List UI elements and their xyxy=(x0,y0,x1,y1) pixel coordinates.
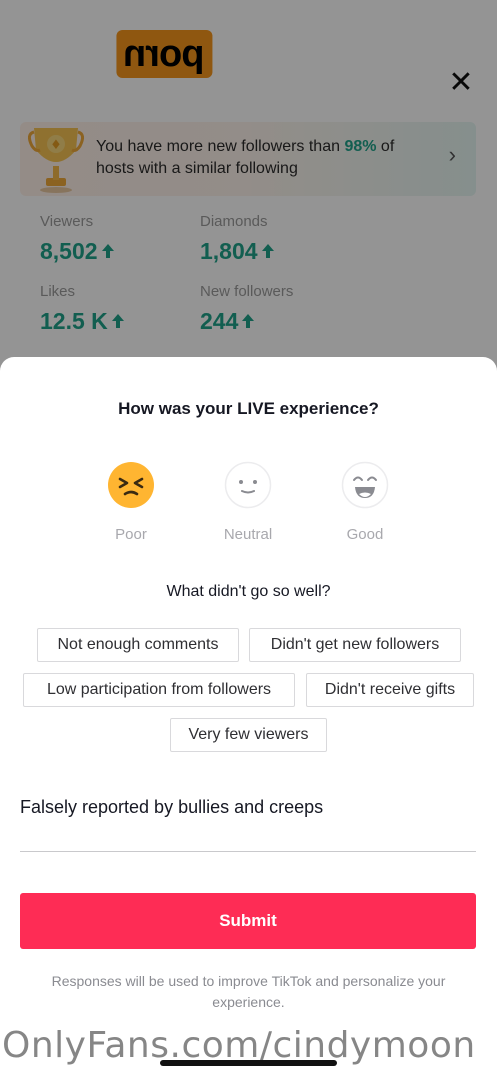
chip-few-viewers[interactable]: Very few viewers xyxy=(170,718,327,752)
chip-not-enough-comments[interactable]: Not enough comments xyxy=(37,628,239,662)
home-indicator[interactable] xyxy=(160,1060,337,1066)
chip-no-gifts[interactable]: Didn't receive gifts xyxy=(306,673,474,707)
rating-poor[interactable]: Poor xyxy=(91,461,171,543)
sheet-title: How was your LIVE experience? xyxy=(118,399,379,418)
poor-face-icon xyxy=(108,462,154,508)
good-face-icon xyxy=(341,461,389,509)
rating-good[interactable]: Good xyxy=(325,461,405,543)
followup-question: What didn't go so well? xyxy=(166,583,331,600)
chip-no-new-followers[interactable]: Didn't get new followers xyxy=(249,628,461,662)
rating-neutral[interactable]: Neutral xyxy=(208,461,288,543)
input-underline xyxy=(20,851,476,852)
disclaimer-text: Responses will be used to improve TikTok… xyxy=(51,973,446,1010)
submit-button[interactable]: Submit xyxy=(20,893,476,949)
chip-low-participation[interactable]: Low participation from followers xyxy=(23,673,295,707)
feedback-sheet: How was your LIVE experience? Poor Neutr… xyxy=(0,357,497,1077)
feedback-input[interactable]: Falsely reported by bullies and creeps xyxy=(20,797,323,818)
dim-overlay[interactable] xyxy=(0,0,497,380)
neutral-face-icon xyxy=(224,461,272,509)
